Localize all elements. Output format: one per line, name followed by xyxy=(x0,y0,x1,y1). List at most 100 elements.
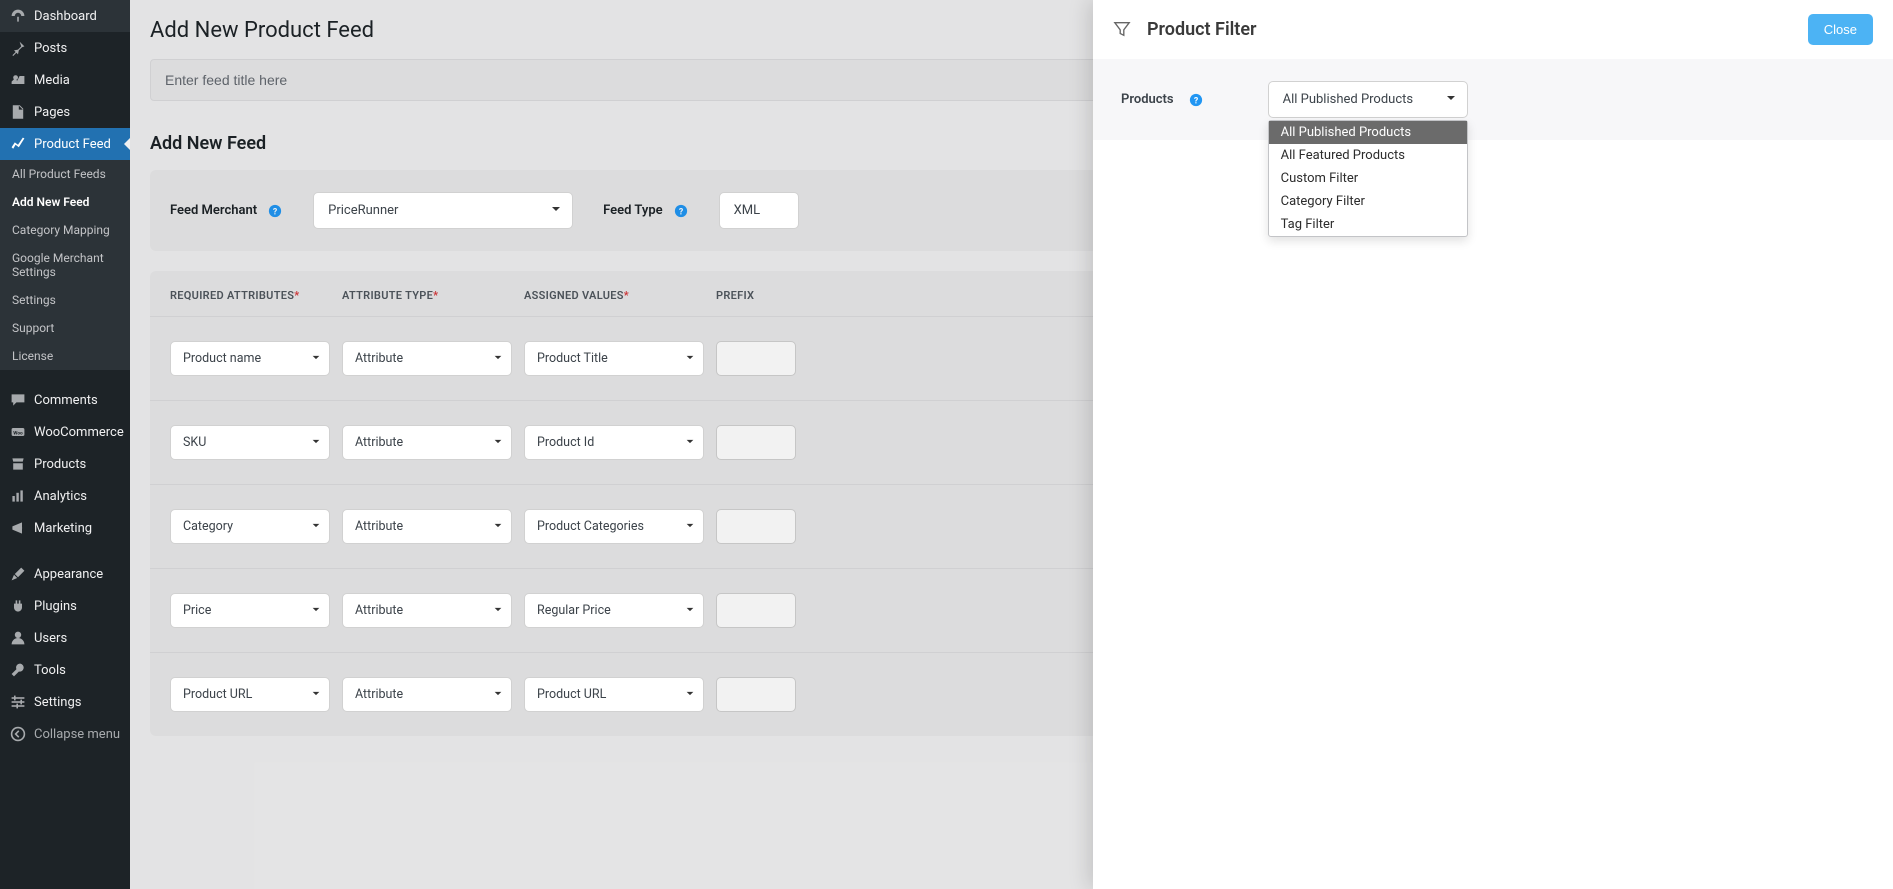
sidebar-item-users[interactable]: Users xyxy=(0,622,130,654)
feed-merchant-label: Feed Merchant xyxy=(170,203,257,218)
prefix-input[interactable] xyxy=(716,593,796,628)
assigned-value-select[interactable]: Product Title xyxy=(524,341,704,376)
svg-text:?: ? xyxy=(1193,96,1198,106)
required-attribute-select[interactable]: Product URL xyxy=(170,677,330,712)
collapse-label: Collapse menu xyxy=(34,727,120,742)
pin-icon xyxy=(8,40,28,56)
sidebar-item-products[interactable]: Products xyxy=(0,448,130,480)
help-icon[interactable]: ? xyxy=(673,203,689,219)
sidebar-item-settings[interactable]: Settings xyxy=(0,686,130,718)
required-attribute-select[interactable]: Price xyxy=(170,593,330,628)
help-icon[interactable]: ? xyxy=(1188,92,1204,108)
sidebar-item-plugins[interactable]: Plugins xyxy=(0,590,130,622)
help-icon[interactable]: ? xyxy=(267,203,283,219)
products-select[interactable]: All Published Products xyxy=(1268,81,1468,118)
prefix-input[interactable] xyxy=(716,341,796,376)
chevron-down-icon xyxy=(493,351,503,366)
sidebar-item-analytics[interactable]: Analytics xyxy=(0,480,130,512)
attribute-type-select[interactable]: Attribute xyxy=(342,677,512,712)
sidebar-item-label: Pages xyxy=(34,105,70,120)
chevron-down-icon xyxy=(685,687,695,702)
sidebar-item-label: Product Feed xyxy=(34,137,111,152)
feed-merchant-select[interactable]: PriceRunner xyxy=(313,192,573,229)
chevron-down-icon xyxy=(311,435,321,450)
col-prefix: PREFIX xyxy=(716,289,796,302)
sidebar-item-label: Appearance xyxy=(34,567,103,582)
collapse-menu[interactable]: Collapse menu xyxy=(0,718,130,750)
sidebar-item-appearance[interactable]: Appearance xyxy=(0,558,130,590)
admin-sidebar: Dashboard PostsMedia Pages Product Feed All … xyxy=(0,0,130,889)
feed-type-select[interactable]: XML xyxy=(719,192,799,229)
sidebar-sub-settings[interactable]: Settings xyxy=(0,286,130,314)
prefix-input[interactable] xyxy=(716,677,796,712)
col-assigned: ASSIGNED VALUES xyxy=(524,289,704,302)
attribute-type-select[interactable]: Attribute xyxy=(342,593,512,628)
sidebar-sub-support[interactable]: Support xyxy=(0,314,130,342)
sidebar-item-label: Dashboard xyxy=(34,9,97,24)
assigned-value-select[interactable]: Product Id xyxy=(524,425,704,460)
sidebar-item-comments[interactable]: Comments xyxy=(0,384,130,416)
chevron-down-icon xyxy=(311,351,321,366)
prefix-input[interactable] xyxy=(716,425,796,460)
chevron-down-icon xyxy=(311,603,321,618)
product-icon xyxy=(8,456,28,472)
required-attribute-select[interactable]: SKU xyxy=(170,425,330,460)
sidebar-sub-add-new-feed[interactable]: Add New Feed xyxy=(0,188,130,216)
sidebar-item-posts[interactable]: Posts xyxy=(0,32,130,64)
required-attribute-select[interactable]: Category xyxy=(170,509,330,544)
attribute-type-select[interactable]: Attribute xyxy=(342,425,512,460)
feed-type-label: Feed Type xyxy=(603,203,663,218)
attribute-type-select[interactable]: Attribute xyxy=(342,509,512,544)
dropdown-option[interactable]: Custom Filter xyxy=(1269,167,1467,190)
attribute-type-select[interactable]: Attribute xyxy=(342,341,512,376)
chevron-down-icon xyxy=(685,519,695,534)
assigned-value-select[interactable]: Product Categories xyxy=(524,509,704,544)
sidebar-item-label: Marketing xyxy=(34,521,92,536)
sidebar-sub-category-mapping[interactable]: Category Mapping xyxy=(0,216,130,244)
sidebar-item-product-feed[interactable]: Product Feed xyxy=(0,128,130,160)
sidebar-item-pages[interactable]: Pages xyxy=(0,96,130,128)
sidebar-item-label: Comments xyxy=(34,393,98,408)
plugin-icon xyxy=(8,598,28,614)
chevron-down-icon xyxy=(685,351,695,366)
chevron-down-icon xyxy=(493,435,503,450)
chevron-down-icon xyxy=(550,203,562,219)
sidebar-item-tools[interactable]: Tools xyxy=(0,654,130,686)
sidebar-item-marketing[interactable]: Marketing xyxy=(0,512,130,544)
page-icon xyxy=(8,104,28,120)
prefix-input[interactable] xyxy=(716,509,796,544)
chevron-down-icon xyxy=(311,519,321,534)
sidebar-item-media[interactable]: Media xyxy=(0,64,130,96)
svg-text:?: ? xyxy=(678,207,683,217)
dropdown-option[interactable]: Category Filter xyxy=(1269,190,1467,213)
close-button[interactable]: Close xyxy=(1808,14,1873,45)
dropdown-option[interactable]: Tag Filter xyxy=(1269,213,1467,236)
sidebar-item-label: Analytics xyxy=(34,489,87,504)
sidebar-sub-all-product-feeds[interactable]: All Product Feeds xyxy=(0,160,130,188)
dropdown-option[interactable]: All Published Products xyxy=(1269,121,1467,144)
tool-icon xyxy=(8,662,28,678)
collapse-icon xyxy=(8,726,28,742)
sidebar-item-label: Users xyxy=(34,631,67,646)
sidebar-item-label: Settings xyxy=(34,695,81,710)
chevron-down-icon xyxy=(311,687,321,702)
user-icon xyxy=(8,630,28,646)
sidebar-item-woocommerce[interactable]: WooWooCommerce xyxy=(0,416,130,448)
woo-icon: Woo xyxy=(8,424,28,440)
drawer-title: Product Filter xyxy=(1147,19,1808,40)
brush-icon xyxy=(8,566,28,582)
dropdown-option[interactable]: All Featured Products xyxy=(1269,144,1467,167)
sidebar-sub-license[interactable]: License xyxy=(0,342,130,370)
sidebar-sub-google-merchant-settings[interactable]: Google Merchant Settings xyxy=(0,244,130,286)
sidebar-item-label: Products xyxy=(34,457,86,472)
assigned-value-select[interactable]: Regular Price xyxy=(524,593,704,628)
chevron-down-icon xyxy=(685,603,695,618)
sidebar-item-dashboard[interactable]: Dashboard xyxy=(0,0,130,32)
chevron-down-icon xyxy=(685,435,695,450)
marketing-icon xyxy=(8,520,28,536)
chevron-down-icon xyxy=(1445,92,1457,108)
product-filter-drawer: Product Filter Close Products ? All Publ… xyxy=(1093,0,1893,889)
assigned-value-select[interactable]: Product URL xyxy=(524,677,704,712)
required-attribute-select[interactable]: Product name xyxy=(170,341,330,376)
col-attr-type: ATTRIBUTE TYPE xyxy=(342,289,512,302)
